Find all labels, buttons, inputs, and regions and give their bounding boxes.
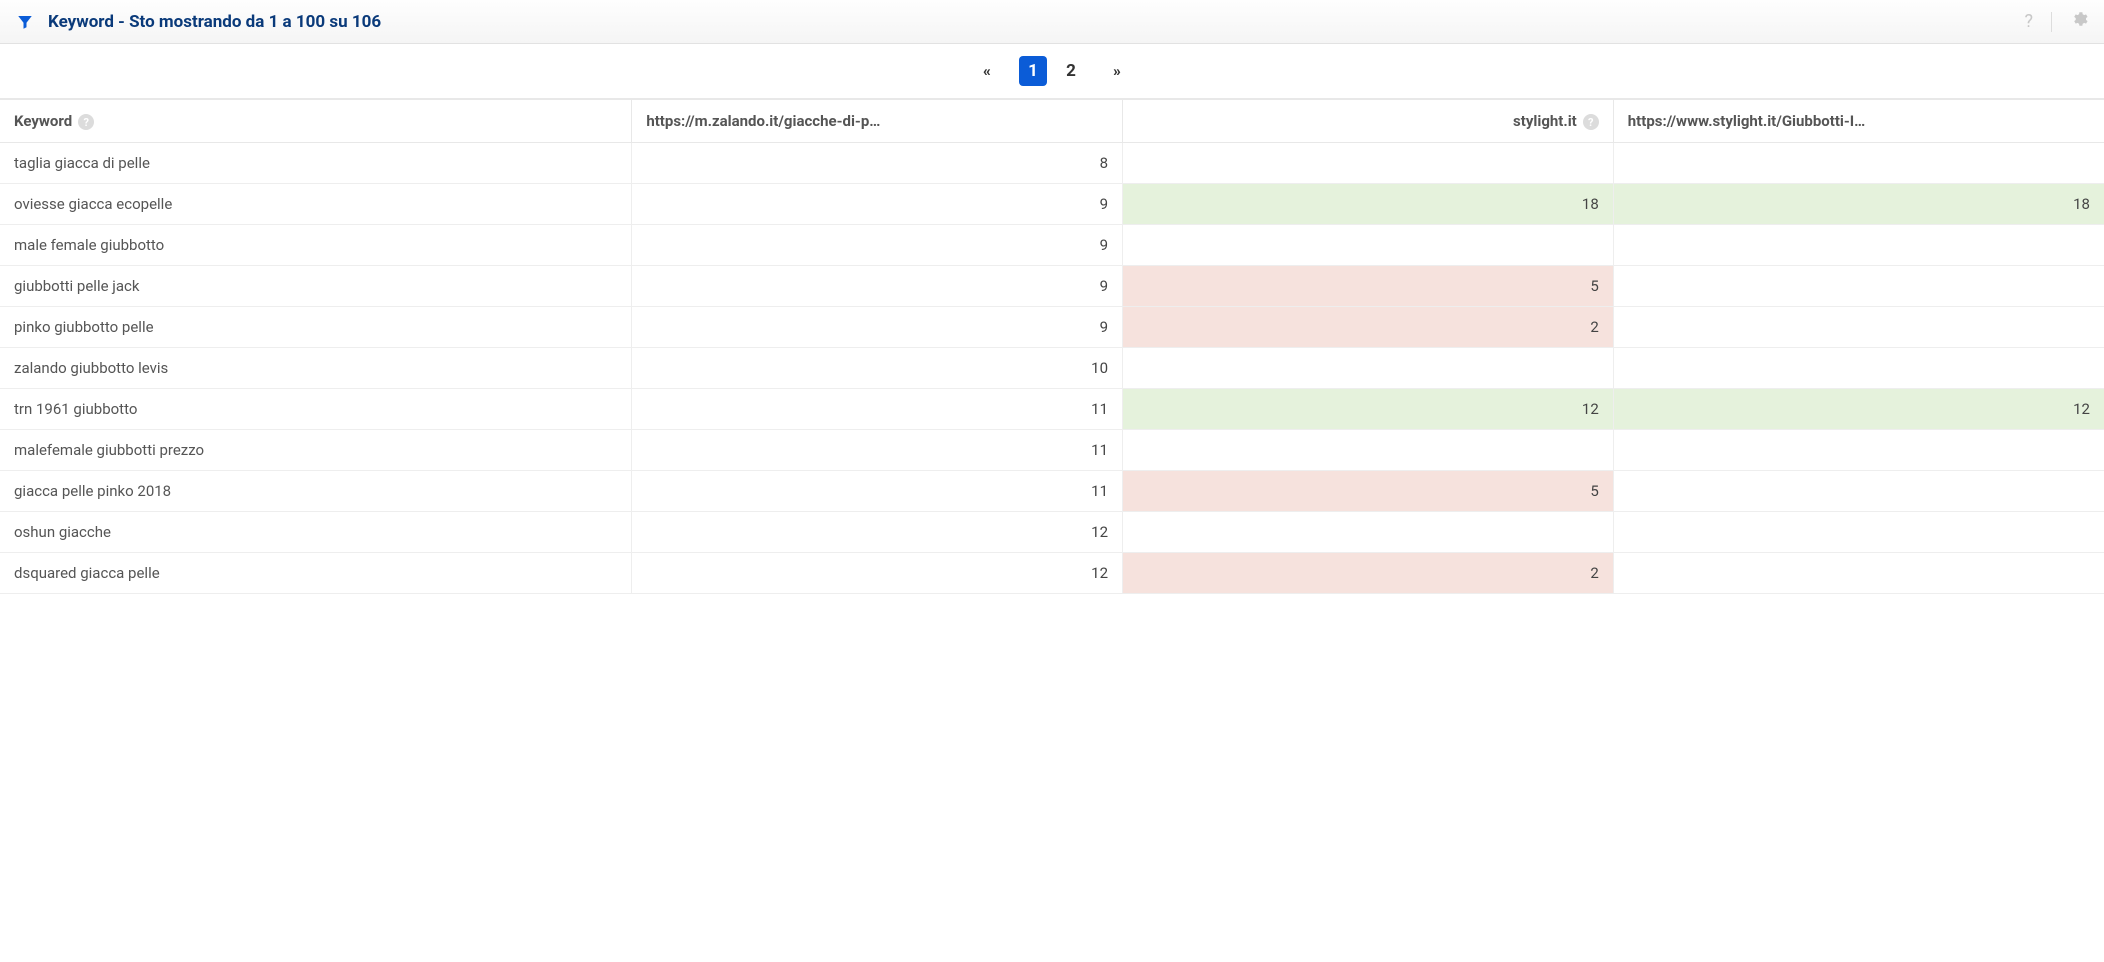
page-number-container: 12 [1019,56,1085,86]
col-keyword[interactable]: Keyword? [0,100,632,143]
help-icon[interactable]: ? [2024,11,2033,32]
cell-v1: 12 [632,553,1123,594]
cell-v2: 5 [1123,266,1614,307]
cell-v1: 10 [632,348,1123,389]
cell-v1: 8 [632,143,1123,184]
cell-v2: 5 [1123,471,1614,512]
cell-v3 [1613,143,2104,184]
help-icon[interactable]: ? [78,114,94,130]
cell-v1: 9 [632,225,1123,266]
help-icon[interactable]: ? [1583,114,1599,130]
cell-v1: 9 [632,266,1123,307]
table-body: taglia giacca di pelle8oviesse giacca ec… [0,143,2104,594]
cell-keyword[interactable]: oviesse giacca ecopelle [0,184,632,225]
cell-v3: 18 [1613,184,2104,225]
table-row: malefemale giubbotti prezzo11 [0,430,2104,471]
filter-icon[interactable] [16,13,34,31]
header-left: Keyword - Sto mostrando da 1 a 100 su 10… [16,12,381,32]
cell-keyword[interactable]: zalando giubbotto levis [0,348,632,389]
cell-v3 [1613,471,2104,512]
table-row: zalando giubbotto levis10 [0,348,2104,389]
cell-v3 [1613,307,2104,348]
table-row: trn 1961 giubbotto111212 [0,389,2104,430]
cell-v2 [1123,225,1614,266]
page-2[interactable]: 2 [1057,56,1085,86]
table-row: male female giubbotto9 [0,225,2104,266]
cell-v3 [1613,512,2104,553]
table-row: taglia giacca di pelle8 [0,143,2104,184]
cell-keyword[interactable]: giacca pelle pinko 2018 [0,471,632,512]
cell-v3 [1613,553,2104,594]
cell-v3 [1613,348,2104,389]
pagination: « 12 » [0,44,2104,99]
table-row: oviesse giacca ecopelle91818 [0,184,2104,225]
cell-v1: 11 [632,389,1123,430]
table-row: dsquared giacca pelle122 [0,553,2104,594]
cell-keyword[interactable]: male female giubbotto [0,225,632,266]
header-right: ? [2024,10,2088,33]
table-row: giubbotti pelle jack95 [0,266,2104,307]
cell-v1: 11 [632,471,1123,512]
cell-keyword[interactable]: dsquared giacca pelle [0,553,632,594]
cell-keyword[interactable]: giubbotti pelle jack [0,266,632,307]
cell-v3 [1613,430,2104,471]
cell-v1: 9 [632,184,1123,225]
table-row: giacca pelle pinko 2018115 [0,471,2104,512]
table-header-row: Keyword? https://m.zalando.it/giacche-di… [0,100,2104,143]
cell-v1: 9 [632,307,1123,348]
cell-v3 [1613,266,2104,307]
col-stylight-url[interactable]: https://www.stylight.it/Giubbotti-I… [1613,100,2104,143]
cell-v2: 2 [1123,307,1614,348]
cell-v2: 12 [1123,389,1614,430]
cell-keyword[interactable]: malefemale giubbotti prezzo [0,430,632,471]
page-first[interactable]: « [973,56,1001,86]
cell-keyword[interactable]: oshun giacche [0,512,632,553]
cell-v1: 11 [632,430,1123,471]
col-stylight[interactable]: stylight.it? [1123,100,1614,143]
cell-v3 [1613,225,2104,266]
gear-icon[interactable] [2070,10,2088,33]
cell-v2 [1123,348,1614,389]
cell-v2 [1123,512,1614,553]
panel-title: Keyword - Sto mostrando da 1 a 100 su 10… [48,12,381,32]
cell-v2 [1123,430,1614,471]
table-row: pinko giubbotto pelle92 [0,307,2104,348]
cell-keyword[interactable]: taglia giacca di pelle [0,143,632,184]
cell-v2: 2 [1123,553,1614,594]
cell-keyword[interactable]: trn 1961 giubbotto [0,389,632,430]
cell-v3: 12 [1613,389,2104,430]
cell-keyword[interactable]: pinko giubbotto pelle [0,307,632,348]
col-zalando[interactable]: https://m.zalando.it/giacche-di-p… [632,100,1123,143]
cell-v2: 18 [1123,184,1614,225]
keyword-table: Keyword? https://m.zalando.it/giacche-di… [0,99,2104,594]
cell-v2 [1123,143,1614,184]
page-last[interactable]: » [1103,56,1131,86]
panel-header: Keyword - Sto mostrando da 1 a 100 su 10… [0,0,2104,44]
cell-v1: 12 [632,512,1123,553]
table-row: oshun giacche12 [0,512,2104,553]
keyword-panel: Keyword - Sto mostrando da 1 a 100 su 10… [0,0,2104,594]
separator [2051,12,2052,32]
page-1[interactable]: 1 [1019,56,1047,86]
